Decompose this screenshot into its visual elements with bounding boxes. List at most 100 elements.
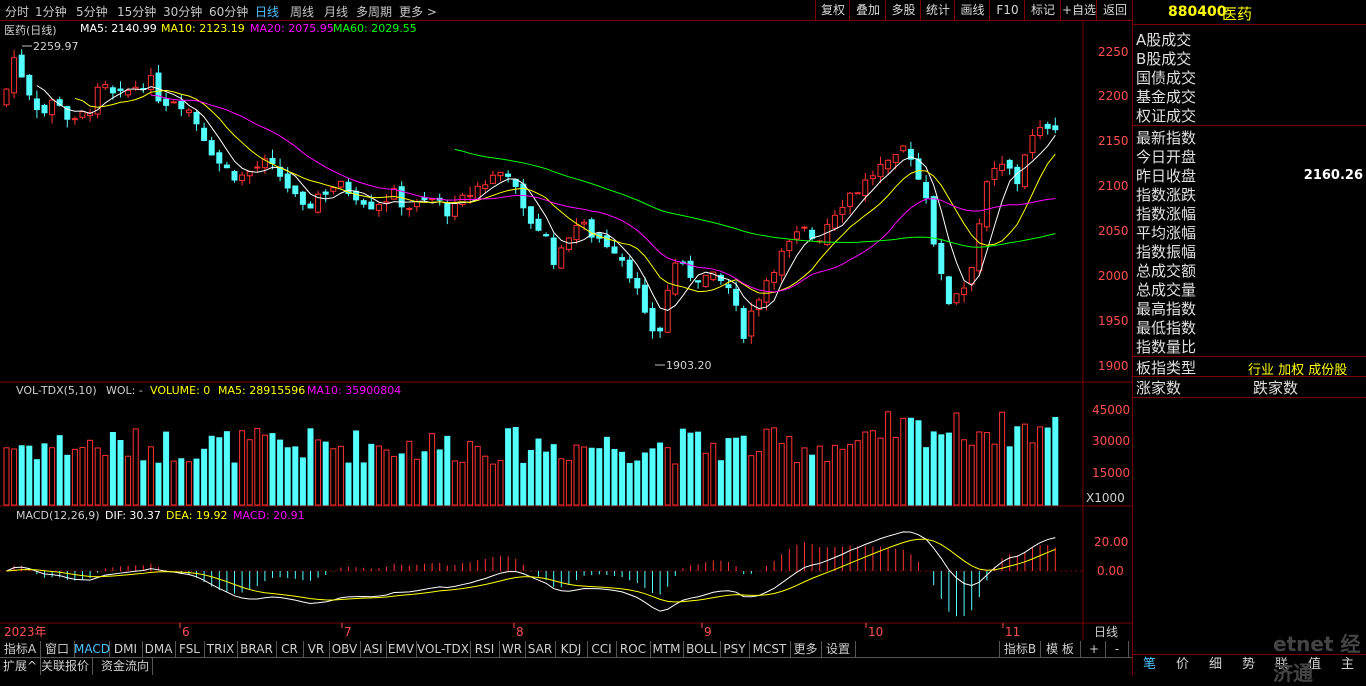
period-tab-weekly[interactable]: 周线 — [290, 3, 314, 20]
candle-body — [1006, 159, 1013, 169]
related-quotes-tab[interactable]: 关联报价 — [38, 658, 94, 675]
volume-bar — [398, 453, 405, 506]
volume-bar — [603, 436, 610, 506]
indicator-tab-obv[interactable]: OBV — [329, 641, 361, 657]
candle-body — [641, 284, 648, 313]
candle-body — [626, 259, 633, 279]
volume-bar — [976, 431, 983, 506]
candle-body — [687, 260, 694, 278]
volume-bar — [771, 427, 778, 506]
indicator-tab-vr[interactable]: VR — [303, 641, 330, 657]
f10-button[interactable]: F10 — [989, 0, 1025, 20]
period-tab-daily[interactable]: 日线 — [255, 3, 279, 20]
overlay-button[interactable]: 叠加 — [849, 0, 886, 20]
volume-bar — [702, 452, 709, 506]
candle-body — [201, 127, 208, 141]
indicator-tab-mtm[interactable]: MTM — [650, 641, 684, 657]
candle-body — [125, 90, 132, 96]
back-button[interactable]: 返回 — [1096, 0, 1133, 20]
fund-flow-tab[interactable]: 资金流向 — [98, 658, 154, 675]
period-tab-5min[interactable]: 5分钟 — [76, 3, 108, 20]
volume-bar — [900, 417, 907, 506]
ma-layer — [36, 85, 1056, 311]
indicator-tab-voltdx[interactable]: VOL-TDX — [416, 641, 471, 657]
fuquan-button[interactable]: 复权 — [815, 0, 850, 20]
macd-layer — [6, 531, 1056, 617]
indicator-tab-macd[interactable]: MACD — [74, 641, 110, 657]
indicator-tab-sar[interactable]: SAR — [525, 641, 556, 657]
indicator-tab-boll[interactable]: BOLL — [683, 641, 721, 657]
period-tab-more[interactable]: 更多 > — [399, 3, 437, 20]
period-tab-multi[interactable]: 多周期 — [356, 3, 392, 20]
volume-bar — [816, 445, 823, 506]
chart-canvas[interactable]: 2250 2200 2150 2100 2050 2000 1950 1900 … — [0, 20, 1132, 640]
indicator-tab-trix[interactable]: TRIX — [204, 641, 238, 657]
template-tab[interactable]: 模 板 — [1040, 641, 1081, 657]
indicator-tab-cci[interactable]: CCI — [587, 641, 617, 657]
tab-trend[interactable]: 势 — [1232, 655, 1265, 675]
volume-bar — [64, 454, 71, 506]
y-tick-2100: 2100 — [1098, 179, 1129, 193]
tab-bi[interactable]: 笔 — [1133, 655, 1166, 675]
vol-tick-15000: 15000 — [1092, 466, 1130, 480]
indicator-tab-wr[interactable]: WR — [499, 641, 526, 657]
candle-body — [353, 190, 360, 201]
indicator-tab-asi[interactable]: ASI — [360, 641, 387, 657]
period-tab-60min[interactable]: 60分钟 — [209, 3, 248, 20]
indicator-tab-fsl[interactable]: FSL — [175, 641, 205, 657]
indicator-tab-[interactable]: 更多 — [790, 641, 822, 657]
indicator-tab-cr[interactable]: CR — [276, 641, 304, 657]
indicator-tab-dmi[interactable]: DMI — [109, 641, 143, 657]
indicator-tab-kdj[interactable]: KDJ — [555, 641, 588, 657]
volume-bar — [467, 441, 474, 506]
volume-bar — [353, 430, 360, 506]
multi-stock-button[interactable]: 多股 — [885, 0, 921, 20]
volume-bar — [938, 434, 945, 506]
volume-value-label: VOLUME: 0 — [150, 384, 211, 397]
tab-price[interactable]: 价 — [1166, 655, 1199, 675]
indicator-tab-brar[interactable]: BRAR — [237, 641, 277, 657]
volume-bar — [573, 444, 580, 506]
volume-bar — [634, 460, 641, 506]
tab-detail[interactable]: 细 — [1199, 655, 1232, 675]
statistics-button[interactable]: 统计 — [920, 0, 955, 20]
candle-body — [49, 99, 56, 116]
period-tab-fenshi[interactable]: 分时 — [5, 3, 29, 20]
x-label-10: 10 — [868, 625, 883, 639]
candle-body — [26, 74, 33, 96]
period-tab-15min[interactable]: 15分钟 — [117, 3, 156, 20]
prev-close-label: 昨日收盘 — [1136, 167, 1197, 185]
indicator-tab-a[interactable]: 指标A — [0, 641, 41, 657]
indicator-b-tab[interactable]: 指标B — [999, 641, 1041, 657]
volume-y-axis: 45000 30000 15000 X1000 — [1086, 403, 1130, 505]
volume-bar — [907, 417, 914, 506]
b-share-volume-label: B股成交 — [1136, 50, 1192, 68]
macd-value-label: MACD: 20.91 — [233, 509, 305, 522]
mark-button[interactable]: 标记 — [1024, 0, 1061, 20]
indicator-tab-dma[interactable]: DMA — [142, 641, 176, 657]
advancers-label: 涨家数 — [1136, 379, 1182, 397]
draw-line-button[interactable]: 画线 — [954, 0, 990, 20]
x-label-9: 9 — [704, 625, 712, 639]
indicator-tab-emv[interactable]: EMV — [386, 641, 417, 657]
period-tab-1min[interactable]: 1分钟 — [35, 3, 67, 20]
indicator-tab-psy[interactable]: PSY — [720, 641, 750, 657]
volume-bar — [725, 438, 732, 506]
expand-tab[interactable]: 扩展^ — [0, 658, 42, 675]
volume-bar — [801, 447, 808, 506]
indicator-tab-[interactable]: 设置 — [821, 641, 856, 657]
indicator-tab-mcst[interactable]: MCST — [749, 641, 791, 657]
period-tab-30min[interactable]: 30分钟 — [163, 3, 202, 20]
candle-body — [41, 104, 48, 114]
indicator-tab-[interactable]: 窗口 — [40, 641, 75, 657]
candle-body — [657, 327, 664, 332]
candle-body — [360, 200, 367, 205]
volume-bar — [869, 430, 876, 506]
volume-bar — [269, 433, 276, 506]
add-watchlist-button[interactable]: +自选 — [1060, 0, 1097, 20]
indicator-tab-roc[interactable]: ROC — [616, 641, 651, 657]
indicator-tab-rsi[interactable]: RSI — [470, 641, 500, 657]
zoom-out-button[interactable]: - — [1106, 641, 1129, 657]
period-tab-monthly[interactable]: 月线 — [324, 3, 348, 20]
zoom-in-button[interactable]: + — [1083, 641, 1106, 657]
